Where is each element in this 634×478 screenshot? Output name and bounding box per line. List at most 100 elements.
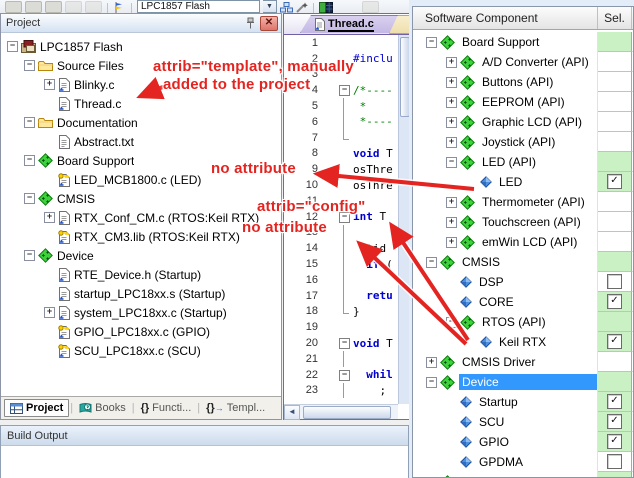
expand-toggle-icon[interactable]: + — [446, 77, 457, 88]
expand-toggle-icon[interactable]: + — [446, 97, 457, 108]
component-row[interactable]: −RTOS (API) — [413, 312, 633, 332]
expand-toggle-icon[interactable]: + — [426, 357, 437, 368]
expand-toggle-icon[interactable]: − — [24, 117, 35, 128]
code-line[interactable]: 13 — [284, 225, 398, 241]
component-row[interactable]: +Thermometer (API) — [413, 192, 633, 212]
components-icon[interactable] — [280, 2, 293, 13]
expand-toggle-icon[interactable]: − — [426, 37, 437, 48]
project-tree-item[interactable]: +RTX_Conf_CM.c (RTOS:Keil RTX) — [1, 208, 281, 227]
build-output-content[interactable] — [1, 446, 408, 478]
project-tree-item[interactable]: startup_LPC18xx.s (Startup) — [1, 284, 281, 303]
project-tree-item[interactable]: −Documentation — [1, 113, 281, 132]
expand-toggle-icon[interactable]: − — [426, 257, 437, 268]
project-tree-item[interactable]: LED_MCB1800.c (LED) — [1, 170, 281, 189]
expand-toggle-icon[interactable]: + — [426, 477, 437, 478]
sel-checkbox[interactable]: ✓ — [607, 434, 622, 449]
component-row[interactable]: Keil RTX✓ — [413, 332, 633, 352]
project-tree-item[interactable]: −Source Files — [1, 56, 281, 75]
component-row[interactable]: SCU✓ — [413, 412, 633, 432]
code-line[interactable]: 16 — [284, 272, 398, 288]
toolbar-icon-3[interactable] — [45, 1, 62, 13]
component-row[interactable]: +emWin LCD (API) — [413, 232, 633, 252]
code-line[interactable]: 3 — [284, 67, 398, 83]
component-row[interactable]: GPDMA — [413, 452, 633, 472]
sel-checkbox[interactable] — [607, 274, 622, 289]
toolbar-icon-5[interactable] — [85, 1, 102, 13]
component-row[interactable]: CORE✓ — [413, 292, 633, 312]
component-row[interactable]: LED✓ — [413, 172, 633, 192]
project-tree-item[interactable]: −LPC1857 Flash — [1, 37, 281, 56]
editor-horizontal-scrollbar[interactable]: ◄ — [284, 404, 398, 419]
component-row[interactable]: +CMSIS Driver — [413, 352, 633, 372]
fold-toggle-icon[interactable]: − — [337, 335, 353, 351]
component-row[interactable]: Startup✓ — [413, 392, 633, 412]
code-line[interactable]: 8void T — [284, 146, 398, 162]
expand-toggle-icon[interactable]: − — [426, 377, 437, 388]
code-line[interactable]: 7 — [284, 130, 398, 146]
expand-toggle-icon[interactable]: − — [446, 317, 457, 328]
toolbar-icon-1[interactable] — [5, 1, 22, 13]
sel-checkbox[interactable]: ✓ — [607, 394, 622, 409]
component-row[interactable]: +Buttons (API) — [413, 72, 633, 92]
fold-toggle-icon[interactable]: − — [337, 82, 353, 98]
scrollbar-thumb[interactable] — [303, 406, 391, 419]
expand-toggle-icon[interactable]: + — [446, 237, 457, 248]
component-row[interactable]: −LED (API) — [413, 152, 633, 172]
component-row[interactable]: −Device — [413, 372, 633, 392]
code-line[interactable]: 10osThre — [284, 177, 398, 193]
project-tree-item[interactable]: RTX_CM3.lib (RTOS:Keil RTX) — [1, 227, 281, 246]
expand-toggle-icon[interactable]: + — [44, 307, 55, 318]
component-row[interactable]: +Graphic LCD (API) — [413, 112, 633, 132]
code-line[interactable]: 14 tid — [284, 240, 398, 256]
component-row[interactable]: DSP — [413, 272, 633, 292]
code-line[interactable]: 6 *---- — [284, 114, 398, 130]
scroll-left-icon[interactable]: ◄ — [284, 405, 300, 420]
toolbar-icon-6[interactable] — [362, 1, 379, 13]
code-line[interactable]: 11 — [284, 193, 398, 209]
project-tree-item[interactable]: RTE_Device.h (Startup) — [1, 265, 281, 284]
column-header-component[interactable]: Software Component — [413, 7, 598, 29]
expand-toggle-icon[interactable]: − — [24, 155, 35, 166]
code-line[interactable]: 23 ; — [284, 383, 398, 399]
component-row[interactable]: GPIO✓ — [413, 432, 633, 452]
component-row[interactable]: +EEPROM (API) — [413, 92, 633, 112]
code-line[interactable]: 20−void T — [284, 335, 398, 351]
expand-toggle-icon[interactable]: − — [446, 157, 457, 168]
editor-tab-threadc[interactable]: Thread.c — [300, 15, 399, 33]
sel-checkbox[interactable]: ✓ — [607, 174, 622, 189]
component-row[interactable]: −Board Support — [413, 32, 633, 52]
expand-toggle-icon[interactable]: − — [7, 41, 18, 52]
sel-checkbox[interactable]: ✓ — [607, 294, 622, 309]
code-line[interactable]: 19 — [284, 319, 398, 335]
expand-toggle-icon[interactable]: + — [446, 117, 457, 128]
flag-icon[interactable] — [113, 2, 126, 13]
expand-toggle-icon[interactable]: + — [446, 137, 457, 148]
project-tree-item[interactable]: −Board Support — [1, 151, 281, 170]
fold-toggle-icon[interactable]: − — [337, 367, 353, 383]
code-line[interactable]: 1 — [284, 35, 398, 51]
expand-toggle-icon[interactable]: − — [24, 250, 35, 261]
project-tree-item[interactable]: Abstract.txt — [1, 132, 281, 151]
sel-checkbox[interactable]: ✓ — [607, 334, 622, 349]
code-line[interactable]: 12−int T — [284, 209, 398, 225]
expand-toggle-icon[interactable]: + — [44, 79, 55, 90]
toolbar-icon-2[interactable] — [25, 1, 42, 13]
expand-toggle-icon[interactable]: + — [446, 197, 457, 208]
pin-icon[interactable] — [243, 17, 257, 30]
target-select-dropdown-icon[interactable]: ▼ — [263, 0, 277, 13]
code-line[interactable]: 21 — [284, 351, 398, 367]
project-tree-item[interactable]: −CMSIS — [1, 189, 281, 208]
component-row[interactable]: +Joystick (API) — [413, 132, 633, 152]
code-line[interactable]: 15 if ( — [284, 256, 398, 272]
component-row[interactable]: −CMSIS — [413, 252, 633, 272]
project-tree-item[interactable]: Thread.c — [1, 94, 281, 113]
fold-toggle-icon[interactable]: − — [337, 209, 353, 225]
component-row[interactable]: +Touchscreen (API) — [413, 212, 633, 232]
project-tree-item[interactable]: −Device — [1, 246, 281, 265]
expand-toggle-icon[interactable]: + — [446, 57, 457, 68]
code-line[interactable]: 2#inclu — [284, 51, 398, 67]
code-line[interactable]: 18} — [284, 304, 398, 320]
panel-tab-functi[interactable]: {}Functi... — [136, 400, 197, 416]
component-row[interactable]: + — [413, 472, 633, 477]
code-editor[interactable]: 12#inclu34−/*----5 *6 *----78void T9osTh… — [284, 35, 398, 404]
